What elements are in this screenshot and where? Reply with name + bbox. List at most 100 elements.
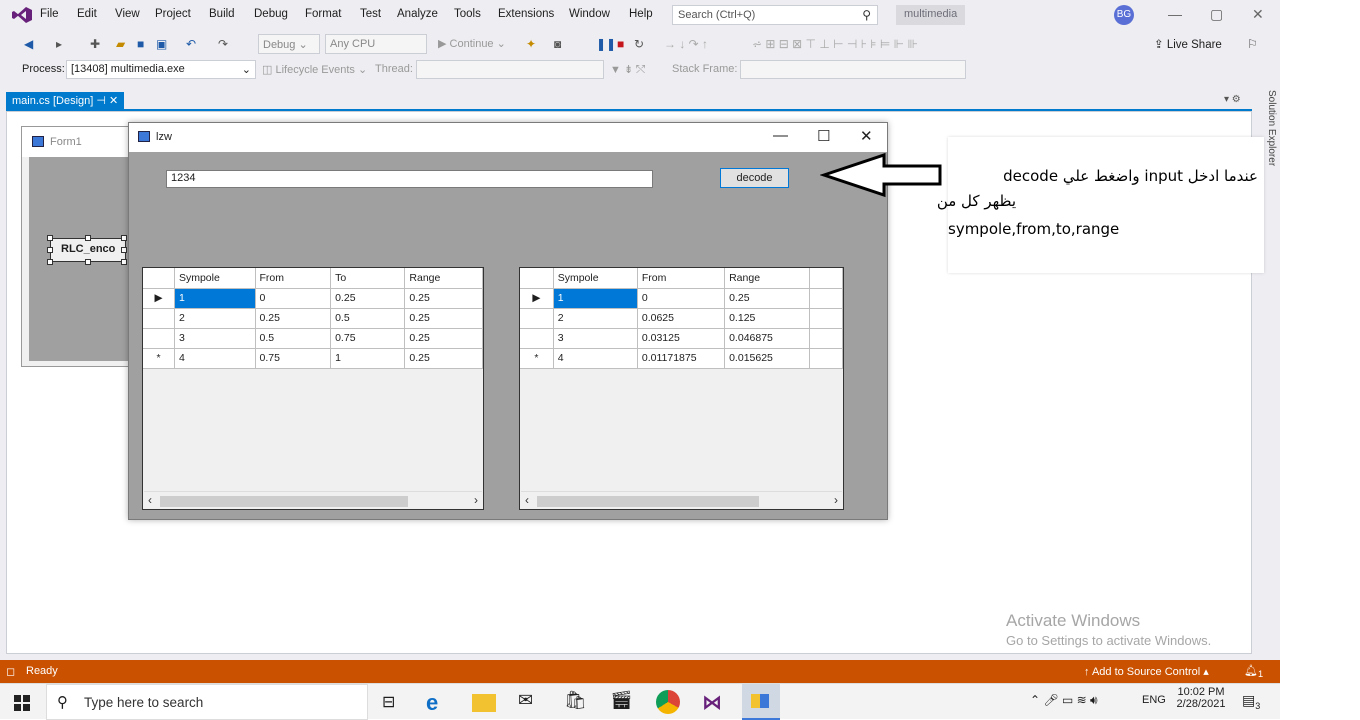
table-cell[interactable]: 0.75 <box>255 348 332 369</box>
back-icon[interactable]: ◀ <box>24 37 33 51</box>
table-cell[interactable]: 3 <box>174 328 256 349</box>
resize-handle[interactable] <box>121 247 127 253</box>
search-input[interactable]: Search (Ctrl+Q) ⚲ <box>672 5 878 25</box>
minimize-icon[interactable]: — <box>1168 6 1182 22</box>
horizontal-scrollbar[interactable]: ‹ › <box>521 491 842 508</box>
maximize-icon[interactable]: ☐ <box>817 127 830 145</box>
table-cell[interactable]: 0.125 <box>724 308 810 329</box>
store-icon[interactable]: 🛍︎ <box>564 690 588 714</box>
restart-icon[interactable]: ↻ <box>634 37 644 51</box>
table-cell[interactable]: 0.0625 <box>637 308 726 329</box>
tray-icons[interactable]: ⌃ 🎤︎ ▭ ≋ 🔊︎ <box>1030 693 1098 708</box>
result-grid-2[interactable]: Sympole From Range ▶ 1 0 0.25 2 0.0625 0… <box>519 267 844 510</box>
table-row[interactable]: 2 0.0625 0.125 <box>520 308 843 329</box>
menu-analyze[interactable]: Analyze <box>397 8 438 20</box>
table-cell[interactable]: 2 <box>553 308 638 329</box>
table-cell[interactable]: 0.25 <box>404 288 483 309</box>
table-cell[interactable]: 0.25 <box>404 308 483 329</box>
scroll-left-icon[interactable]: ‹ <box>148 493 152 507</box>
pause-icon[interactable]: ❚❚ <box>596 37 616 51</box>
feedback-icon[interactable]: ⚐ <box>1247 37 1258 51</box>
menu-edit[interactable]: Edit <box>77 8 97 20</box>
table-cell[interactable]: 0.015625 <box>724 348 810 369</box>
column-header[interactable]: Sympole <box>553 268 638 289</box>
resize-handle[interactable] <box>47 235 53 241</box>
notifications-icon[interactable]: 🔔︎1 <box>1244 664 1263 679</box>
menu-format[interactable]: Format <box>305 8 341 20</box>
table-row[interactable]: 3 0.5 0.75 0.25 <box>143 328 483 349</box>
table-cell[interactable]: 1 <box>330 348 406 369</box>
result-grid-1[interactable]: Sympole From To Range ▶ 1 0 0.25 0.25 2 … <box>142 267 484 510</box>
column-header[interactable]: From <box>255 268 332 289</box>
table-cell[interactable]: 0.5 <box>255 328 332 349</box>
table-cell[interactable]: 0.5 <box>330 308 406 329</box>
menu-help[interactable]: Help <box>629 8 653 20</box>
menu-test[interactable]: Test <box>360 8 381 20</box>
table-cell[interactable]: 0 <box>637 288 726 309</box>
table-cell[interactable]: 0.03125 <box>637 328 726 349</box>
table-row[interactable]: * 4 0.75 1 0.25 <box>143 348 483 369</box>
taskbar-search-input[interactable]: ⚲ Type here to search <box>46 684 368 720</box>
stack-frame-dropdown[interactable] <box>740 60 966 79</box>
table-cell[interactable]: 0 <box>255 288 332 309</box>
table-cell[interactable]: 4 <box>553 348 638 369</box>
clock[interactable]: 10:02 PM 2/28/2021 <box>1174 686 1228 710</box>
table-cell[interactable]: 1 <box>174 288 256 309</box>
resize-handle[interactable] <box>85 235 91 241</box>
tab-main-design[interactable]: main.cs [Design] ⊣ ✕ <box>6 92 125 110</box>
language-indicator[interactable]: ENG <box>1142 694 1166 706</box>
table-cell[interactable] <box>809 328 843 349</box>
table-row[interactable]: ▶ 1 0 0.25 0.25 <box>143 288 483 309</box>
close-icon[interactable]: ✕ <box>1252 6 1264 23</box>
table-cell[interactable]: 0.25 <box>404 328 483 349</box>
format-align-icons[interactable]: ⩫ ⊞ ⊟ ⊠ ⊤ ⊥ ⊢ ⊣ ⊦ ⊧ ⊨ ⊩ ⊪ <box>752 37 918 51</box>
redo-icon[interactable]: ↷ <box>218 37 228 51</box>
thread-filter-icons[interactable]: ▼ ⇟ ⤲ <box>610 63 645 77</box>
thread-dropdown[interactable] <box>416 60 604 79</box>
movies-icon[interactable]: 🎬︎ <box>610 690 634 714</box>
table-row[interactable]: 3 0.03125 0.046875 <box>520 328 843 349</box>
menu-window[interactable]: Window <box>569 8 610 20</box>
decode-button[interactable]: decode <box>720 168 789 188</box>
menu-tools[interactable]: Tools <box>454 8 481 20</box>
table-cell[interactable]: 1 <box>553 288 638 309</box>
column-header[interactable]: To <box>330 268 406 289</box>
table-cell[interactable]: 2 <box>174 308 256 329</box>
mail-icon[interactable]: ✉ <box>518 690 542 714</box>
table-cell[interactable] <box>809 308 843 329</box>
undo-icon[interactable]: ↶ <box>186 37 196 51</box>
input-field[interactable]: 1234 <box>166 170 653 188</box>
hot-reload-icon[interactable]: ✦ <box>526 37 536 51</box>
menu-file[interactable]: File <box>40 8 59 20</box>
menu-project[interactable]: Project <box>155 8 191 20</box>
chrome-icon[interactable] <box>656 690 680 714</box>
forward-icon[interactable]: ▸ <box>56 37 62 51</box>
lifecycle-events-button[interactable]: ◫ Lifecycle Events ⌄ <box>262 63 367 76</box>
table-row[interactable]: 2 0.25 0.5 0.25 <box>143 308 483 329</box>
screenshot-icon[interactable]: ◙ <box>554 37 561 51</box>
column-header[interactable]: Sympole <box>174 268 256 289</box>
scroll-right-icon[interactable]: › <box>474 493 478 507</box>
table-row[interactable]: * 4 0.01171875 0.015625 <box>520 348 843 369</box>
table-cell[interactable] <box>809 288 843 309</box>
continue-button[interactable]: ▶ Continue ⌄ <box>438 37 506 50</box>
stop-icon[interactable]: ■ <box>617 37 624 51</box>
resize-handle[interactable] <box>121 235 127 241</box>
source-control-button[interactable]: ↑ Add to Source Control ▴ <box>1084 665 1209 678</box>
scrollbar-thumb[interactable] <box>537 496 759 507</box>
solution-explorer-tab[interactable]: Solution Explorer <box>1262 90 1280 174</box>
pin-icon[interactable]: ⊣ <box>96 95 106 107</box>
column-header[interactable] <box>809 268 843 289</box>
avatar[interactable]: BG <box>1114 5 1134 25</box>
visual-studio-icon[interactable]: ⋈ <box>702 690 726 714</box>
table-cell[interactable]: 0.25 <box>330 288 406 309</box>
table-cell[interactable]: 0.046875 <box>724 328 810 349</box>
running-app-icon[interactable] <box>742 684 780 720</box>
table-cell[interactable]: 0.25 <box>255 308 332 329</box>
live-share-button[interactable]: ⇪ Live Share <box>1154 37 1222 51</box>
save-all-icon[interactable]: ▣ <box>156 37 167 51</box>
save-icon[interactable]: ■ <box>137 37 144 51</box>
table-cell[interactable]: 3 <box>553 328 638 349</box>
tab-overflow-icons[interactable]: ▾ ⚙ <box>1224 94 1241 105</box>
platform-dropdown[interactable]: Any CPU <box>325 34 427 54</box>
